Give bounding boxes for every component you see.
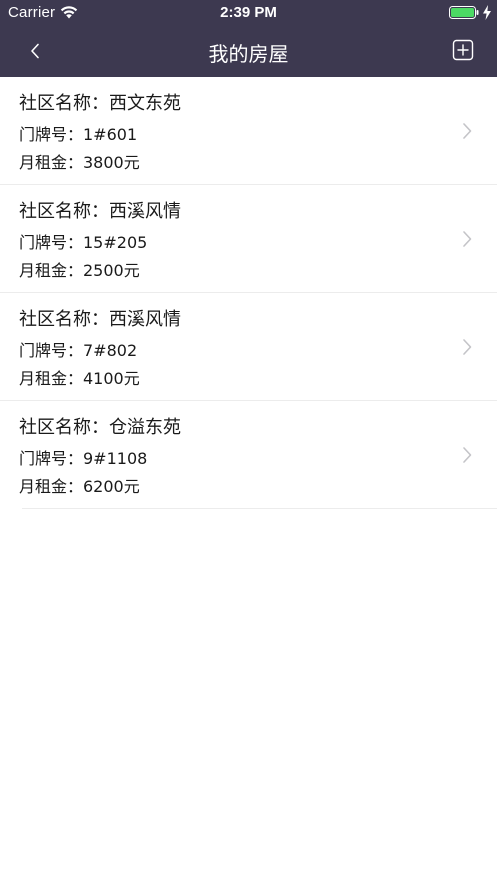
top-bar: Carrier 2:39 PM 我的房屋 [0, 0, 497, 77]
status-bar: Carrier 2:39 PM [0, 0, 497, 26]
door-number: 门牌号：15#205 [19, 233, 148, 252]
door-number: 门牌号：7#802 [19, 341, 138, 360]
community-name: 社区名称：西文东苑 [19, 93, 181, 114]
monthly-rent: 月租金：2500元 [19, 261, 140, 280]
monthly-rent: 月租金：6200元 [19, 477, 140, 496]
charging-bolt-icon [483, 5, 491, 20]
chevron-right-icon [463, 231, 472, 247]
monthly-rent: 月租金：4100元 [19, 369, 140, 388]
community-name: 社区名称：西溪风情 [19, 201, 181, 222]
community-name: 社区名称：仓溢东苑 [19, 417, 181, 438]
chevron-right-icon [463, 447, 472, 463]
house-list: 社区名称：西文东苑 门牌号：1#601 月租金：3800元 社区名称：西溪风情 … [0, 77, 497, 509]
door-number: 门牌号：9#1108 [19, 449, 148, 468]
house-list-item[interactable]: 社区名称：西溪风情 门牌号：15#205 月租金：2500元 [0, 185, 497, 293]
chevron-right-icon [463, 123, 472, 139]
door-number: 门牌号：1#601 [19, 125, 138, 144]
monthly-rent: 月租金：3800元 [19, 153, 140, 172]
status-time: 2:39 PM [220, 4, 277, 21]
community-name: 社区名称：西溪风情 [19, 309, 181, 330]
row-divider [22, 508, 497, 509]
house-list-item[interactable]: 社区名称：西文东苑 门牌号：1#601 月租金：3800元 [0, 77, 497, 185]
nav-bar: 我的房屋 [0, 26, 497, 77]
page-title: 我的房屋 [208, 42, 289, 66]
house-list-item[interactable]: 社区名称：仓溢东苑 门牌号：9#1108 月租金：6200元 [0, 401, 497, 509]
house-list-item[interactable]: 社区名称：西溪风情 门牌号：7#802 月租金：4100元 [0, 293, 497, 401]
chevron-right-icon [463, 339, 472, 355]
battery-icon [449, 6, 479, 19]
add-house-button[interactable] [452, 39, 474, 61]
